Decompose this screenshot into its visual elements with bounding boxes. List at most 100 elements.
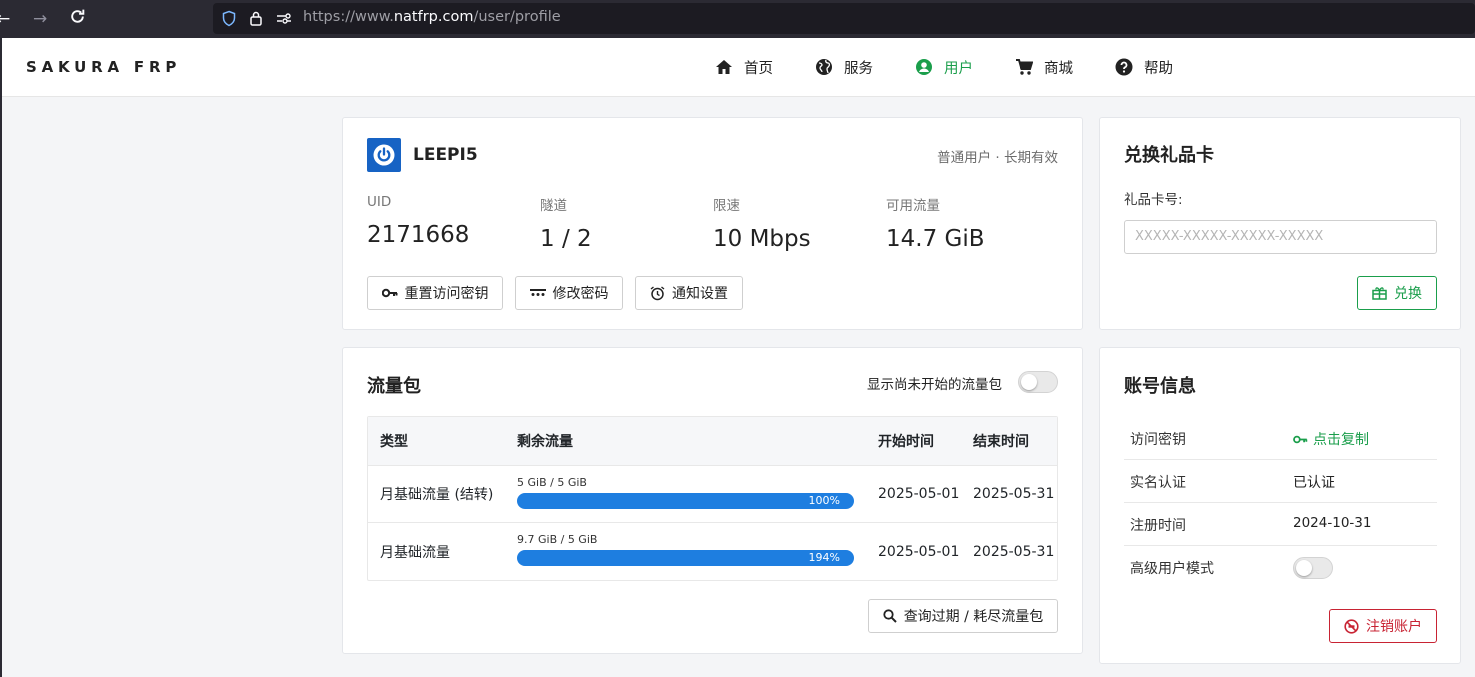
progress-percent: 100% [808, 494, 840, 507]
nav-label: 服务 [844, 60, 873, 77]
progress-bar: 194% [517, 550, 854, 566]
button-label: 查询过期 / 耗尽流量包 [903, 609, 1044, 625]
end-date: 2025-05-31 [973, 543, 1055, 560]
stat-uid: UID 2171668 [367, 194, 469, 248]
avatar [367, 138, 401, 172]
query-expired-packages-button[interactable]: 查询过期 / 耗尽流量包 [868, 599, 1058, 633]
traffic-packages-card: 流量包 显示尚未开始的流量包 类型 剩余流量 开始时间 结束时间 月基础流量 (… [342, 347, 1083, 654]
info-key: 访问密钥 [1130, 432, 1186, 448]
brand-logo[interactable]: SAKURA FRP [26, 58, 181, 76]
browser-toolbar: ← → https://www.natfrp.com/user/profile [0, 0, 1475, 38]
traffic-usage: 9.7 GiB / 5 GiB 194% [517, 533, 854, 566]
nav-label: 帮助 [1144, 60, 1173, 77]
stat-traffic: 可用流量 14.7 GiB [886, 194, 985, 252]
button-label: 修改密码 [552, 286, 609, 302]
username: LEEPI5 [413, 145, 478, 165]
site-header: SAKURA FRP 首页 服务 用户 商城 帮助 [0, 38, 1475, 97]
button-label: 通知设置 [672, 286, 728, 302]
search-icon [883, 609, 897, 623]
window-edge [0, 38, 2, 677]
alarm-clock-icon [650, 285, 665, 300]
nav-label: 首页 [744, 60, 773, 77]
gift-card-title: 兑换礼品卡 [1124, 145, 1214, 166]
stat-value: 14.7 GiB [886, 226, 985, 252]
gift-code-label: 礼品卡号: [1124, 192, 1183, 208]
stat-value: 1 / 2 [540, 226, 592, 252]
link-label: 点击复制 [1313, 432, 1369, 448]
redeem-button[interactable]: 兑换 [1357, 276, 1437, 310]
key-icon [1293, 435, 1308, 443]
info-key: 实名认证 [1130, 475, 1186, 491]
stat-label: 可用流量 [886, 198, 940, 214]
stat-tunnels: 隧道 1 / 2 [540, 194, 592, 252]
info-row-advanced-mode: 高级用户模式 [1124, 546, 1437, 589]
stat-label: 隧道 [540, 198, 567, 214]
start-date: 2025-05-01 [878, 486, 960, 502]
info-key: 注册时间 [1130, 518, 1186, 534]
traffic-usage: 5 GiB / 5 GiB 100% [517, 476, 854, 509]
advanced-mode-toggle[interactable] [1293, 557, 1333, 579]
stat-speed-limit: 限速 10 Mbps [713, 194, 811, 252]
key-icon [381, 288, 397, 298]
address-bar[interactable]: https://www.natfrp.com/user/profile [213, 3, 1475, 34]
column-header: 开始时间 [878, 434, 934, 450]
profile-card: LEEPI5 普通用户 · 长期有效 UID 2171668 隧道 1 / 2 … [342, 117, 1083, 330]
nav-label: 用户 [944, 60, 973, 77]
info-key: 高级用户模式 [1130, 561, 1214, 577]
help-icon [1115, 58, 1133, 76]
password-dots-icon [529, 289, 546, 296]
gift-card-panel: 兑换礼品卡 礼品卡号: XXXXX-XXXXX-XXXXX-XXXXX 兑换 [1099, 117, 1461, 330]
cart-icon [1016, 59, 1033, 75]
delete-account-button[interactable]: 注销账户 [1329, 609, 1437, 643]
button-label: 注销账户 [1366, 619, 1422, 635]
nav-home[interactable]: 首页 [715, 56, 773, 78]
nav-help[interactable]: 帮助 [1115, 56, 1173, 78]
notification-settings-button[interactable]: 通知设置 [635, 276, 743, 310]
lock-icon[interactable] [249, 10, 263, 31]
column-header: 结束时间 [973, 434, 1029, 450]
stat-label: UID [367, 194, 392, 210]
column-header: 类型 [380, 434, 408, 450]
traffic-table: 类型 剩余流量 开始时间 结束时间 月基础流量 (结转) 5 GiB / 5 G… [367, 416, 1058, 581]
show-pending-toggle[interactable] [1018, 371, 1058, 393]
nav-shop[interactable]: 商城 [1015, 56, 1073, 78]
forward-icon[interactable]: → [33, 8, 47, 30]
stat-value: 10 Mbps [713, 226, 811, 252]
usage-caption: 9.7 GiB / 5 GiB [517, 533, 598, 546]
button-label: 重置访问密钥 [404, 286, 489, 302]
shield-icon[interactable] [221, 10, 237, 31]
info-row-register-date: 注册时间 2024-10-31 [1124, 503, 1437, 546]
table-row: 月基础流量 9.7 GiB / 5 GiB 194% 2025-05-01 20… [368, 523, 1057, 580]
back-icon[interactable]: ← [0, 8, 10, 30]
no-entry-icon [1344, 618, 1359, 634]
stat-value: 2171668 [367, 222, 470, 248]
user-level-tag: 普通用户 · 长期有效 [937, 150, 1058, 166]
home-icon [716, 60, 732, 74]
nav-user[interactable]: 用户 [915, 56, 973, 78]
package-type: 月基础流量 [380, 544, 450, 561]
progress-percent: 194% [808, 551, 840, 564]
button-label: 兑换 [1394, 286, 1422, 302]
show-pending-label: 显示尚未开始的流量包 [867, 377, 1002, 393]
account-title: 账号信息 [1124, 376, 1196, 397]
reset-key-button[interactable]: 重置访问密钥 [367, 276, 503, 310]
info-row-access-key: 访问密钥 点击复制 [1124, 417, 1437, 460]
user-circle-icon [916, 59, 932, 75]
info-value: 已认证 [1293, 475, 1335, 491]
globe-icon [816, 59, 832, 75]
column-header: 剩余流量 [517, 434, 573, 450]
info-value: 2024-10-31 [1293, 515, 1372, 531]
gift-code-input[interactable]: XXXXX-XXXXX-XXXXX-XXXXX [1124, 220, 1437, 254]
url-text[interactable]: https://www.natfrp.com/user/profile [303, 9, 561, 25]
account-info-card: 账号信息 访问密钥 点击复制 实名认证 已认证 注册时间 2024-10-31 … [1099, 347, 1461, 664]
power-icon [373, 144, 395, 166]
reload-icon[interactable] [69, 8, 86, 31]
stat-label: 限速 [713, 198, 740, 214]
nav-label: 商城 [1044, 60, 1073, 77]
start-date: 2025-05-01 [878, 543, 960, 560]
nav-services[interactable]: 服务 [815, 56, 873, 78]
permissions-icon[interactable] [275, 10, 293, 31]
progress-bar: 100% [517, 493, 854, 509]
change-password-button[interactable]: 修改密码 [515, 276, 623, 310]
copy-access-key-link[interactable]: 点击复制 [1293, 429, 1369, 449]
